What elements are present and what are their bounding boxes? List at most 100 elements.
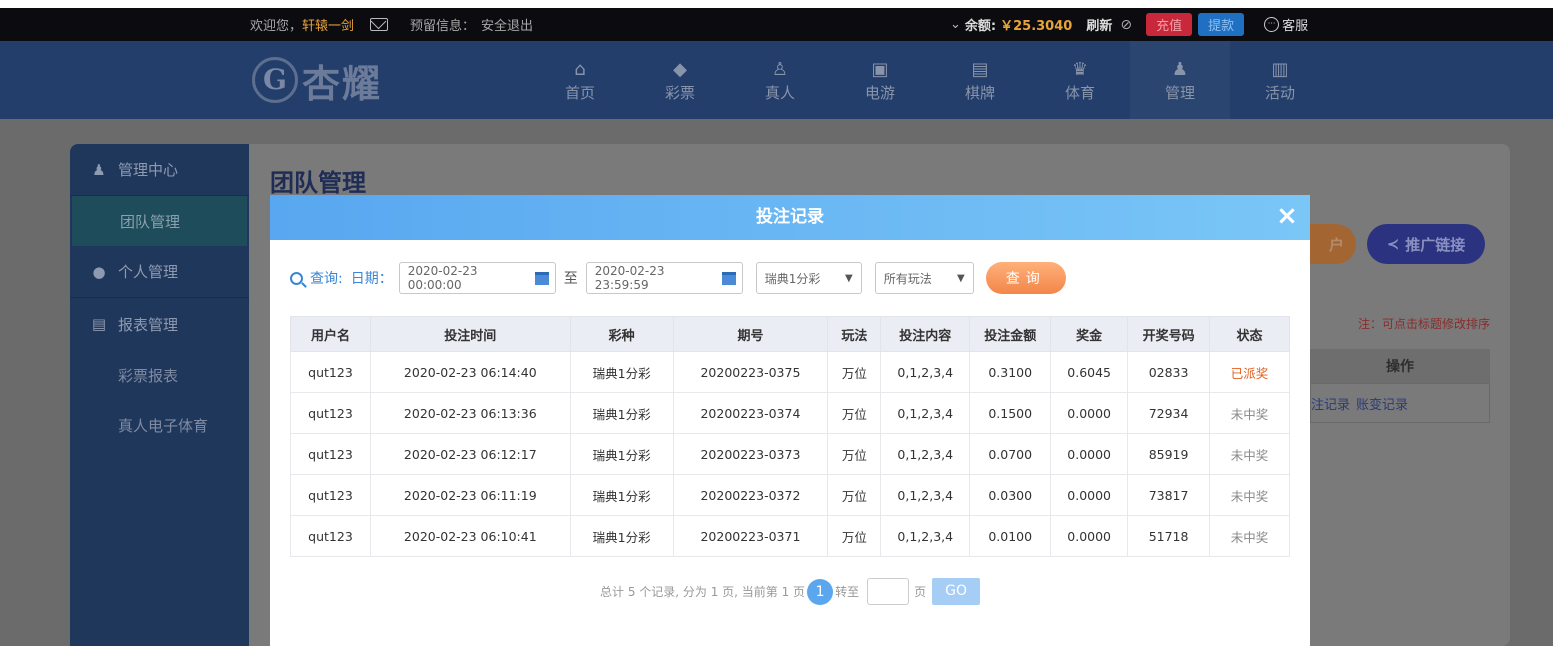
cell-play: 万位 xyxy=(827,474,882,516)
nav-home[interactable]: ⌂ 首页 xyxy=(530,41,630,119)
trophy-icon: ♛ xyxy=(1071,58,1089,80)
column-header[interactable]: 玩法 xyxy=(827,316,882,352)
query-button[interactable]: 查询 xyxy=(985,262,1066,294)
sidebar-section-reports[interactable]: ▤ 报表管理 xyxy=(70,298,249,350)
cell-lottery: 瑞典1分彩 xyxy=(569,515,674,557)
logo-text: 杏耀 xyxy=(302,61,383,106)
promo-link-button[interactable]: ≺ 推广链接 xyxy=(1367,224,1485,264)
column-header[interactable]: 用户名 xyxy=(290,316,371,352)
close-icon[interactable]: × xyxy=(1276,195,1298,240)
column-header[interactable]: 状态 xyxy=(1209,316,1290,352)
date-to-input[interactable]: 2020-02-23 23:59:59 xyxy=(585,262,743,294)
date-from-input[interactable]: 2020-02-23 00:00:00 xyxy=(398,262,556,294)
cell-content: 0,1,2,3,4 xyxy=(880,474,971,516)
calendar-icon[interactable] xyxy=(722,271,736,285)
cell-amount: 0.0300 xyxy=(969,474,1052,516)
sidebar-item-lottery-report[interactable]: 彩票报表 xyxy=(70,350,249,400)
refresh-button[interactable]: 刷新 xyxy=(1086,15,1112,34)
table-row: qut123 2020-02-23 06:13:36 瑞典1分彩 2020022… xyxy=(290,392,1290,434)
users-icon: ♟ xyxy=(92,160,106,179)
nav-lottery[interactable]: ◆ 彩票 xyxy=(630,41,730,119)
logout-link[interactable]: 安全退出 xyxy=(481,15,533,34)
go-button[interactable]: GO xyxy=(932,578,981,605)
bet-record-link[interactable]: 注记录 xyxy=(1311,394,1350,413)
nav-promotions[interactable]: ▥ 活动 xyxy=(1230,41,1330,119)
username[interactable]: 轩辕一剑 xyxy=(302,15,354,34)
balance-label: 余额: xyxy=(964,19,997,34)
mail-icon[interactable] xyxy=(370,18,389,31)
calendar-icon[interactable] xyxy=(535,271,549,285)
share-icon: ≺ xyxy=(1386,235,1400,253)
cell-amount: 0.0700 xyxy=(969,433,1052,475)
cell-username: qut123 xyxy=(290,433,371,475)
lottery-select[interactable]: 瑞典1分彩 ▼ xyxy=(755,262,862,294)
logo[interactable]: G 杏耀 xyxy=(252,49,382,111)
sidebar: ♟ 管理中心 团队管理 ● 个人管理 ▤ 报表管理 彩票报表 真人电子体育 xyxy=(70,144,249,646)
account-change-link[interactable]: 账变记录 xyxy=(1356,394,1408,413)
nav-slots[interactable]: ▣ 电游 xyxy=(830,41,930,119)
nav-label: 真人 xyxy=(764,83,795,102)
dropdown-arrow-icon: ▼ xyxy=(957,272,965,284)
cell-amount: 0.1500 xyxy=(969,392,1052,434)
cell-amount: 0.3100 xyxy=(969,351,1052,393)
nav-label: 棋牌 xyxy=(964,83,995,102)
pagination-summary: 总计 5 个记录, 分为 1 页, 当前第 1 页 xyxy=(600,585,806,599)
reserved-info-label: 预留信息： xyxy=(410,19,476,34)
column-header[interactable]: 奖金 xyxy=(1050,316,1129,352)
deposit-button[interactable]: 充值 xyxy=(1146,13,1193,36)
cell-status: 未中奖 xyxy=(1209,474,1290,516)
lottery-select-value: 瑞典1分彩 xyxy=(764,271,821,286)
goto-page-input[interactable] xyxy=(867,578,910,605)
nav-manage[interactable]: ♟ 管理 xyxy=(1130,41,1230,119)
sidebar-section-management[interactable]: ♟ 管理中心 xyxy=(70,144,249,196)
sidebar-item-live-report[interactable]: 真人电子体育 xyxy=(70,400,249,450)
chevron-down-icon[interactable]: ⌄ xyxy=(950,17,961,32)
nav-label: 管理 xyxy=(1164,83,1195,102)
column-header[interactable]: 彩种 xyxy=(569,316,674,352)
cell-prize: 0.6045 xyxy=(1050,351,1129,393)
cell-draw-number: 73817 xyxy=(1127,474,1211,516)
promo-link-label: 推广链接 xyxy=(1405,235,1466,254)
welcome-text: 欢迎您， xyxy=(250,19,303,34)
nav-label: 体育 xyxy=(1064,83,1095,102)
date-from-value: 2020-02-23 00:00:00 xyxy=(407,264,478,292)
table-row: qut123 2020-02-23 06:14:40 瑞典1分彩 2020022… xyxy=(290,351,1290,393)
cell-issue: 20200223-0371 xyxy=(672,515,829,557)
cell-bet-time: 2020-02-23 06:12:17 xyxy=(369,433,571,475)
column-header[interactable]: 投注时间 xyxy=(369,316,571,352)
cell-prize: 0.0000 xyxy=(1050,433,1129,475)
cell-bet-time: 2020-02-23 06:10:41 xyxy=(369,515,571,557)
column-header[interactable]: 投注金额 xyxy=(969,316,1052,352)
cell-draw-number: 51718 xyxy=(1127,515,1211,557)
customer-service-label: 客服 xyxy=(1282,19,1309,34)
cell-play: 万位 xyxy=(827,433,882,475)
play-select[interactable]: 所有玩法 ▼ xyxy=(874,262,974,294)
column-header[interactable]: 投注内容 xyxy=(880,316,971,352)
sidebar-section-personal[interactable]: ● 个人管理 xyxy=(70,246,249,298)
cell-username: qut123 xyxy=(290,351,371,393)
column-header[interactable]: 开奖号码 xyxy=(1127,316,1211,352)
sidebar-item-team[interactable]: 团队管理 xyxy=(72,196,247,246)
column-header[interactable]: 期号 xyxy=(672,316,829,352)
modal-header: 投注记录 × xyxy=(270,195,1310,240)
modal-title: 投注记录 xyxy=(756,207,824,227)
nav-label: 彩票 xyxy=(664,83,695,102)
nav-sports[interactable]: ♛ 体育 xyxy=(1030,41,1130,119)
query-label: 查询: xyxy=(310,271,343,287)
date-label: 日期： xyxy=(350,271,393,287)
table-header-row: 用户名 投注时间 彩种 期号 玩法 投注内容 投注金额 奖金 开奖号码 状态 xyxy=(290,316,1290,352)
nav-label: 电游 xyxy=(864,83,895,102)
page-number-current[interactable]: 1 xyxy=(807,578,834,605)
cell-amount: 0.0100 xyxy=(969,515,1052,557)
cell-prize: 0.0000 xyxy=(1050,474,1129,516)
cell-issue: 20200223-0372 xyxy=(672,474,829,516)
operation-header: 操作 xyxy=(1310,349,1490,383)
customer-service-button[interactable]: ··· 客服 xyxy=(1264,15,1308,34)
bet-record-modal: 投注记录 × 查询: 日期： 2020-02-23 00:00:00 至 202… xyxy=(270,195,1310,646)
withdraw-button[interactable]: 提款 xyxy=(1198,13,1245,36)
eye-hidden-icon[interactable]: ⊘ xyxy=(1120,17,1132,33)
cards-icon: ▤ xyxy=(971,58,989,80)
nav-cards[interactable]: ▤ 棋牌 xyxy=(930,41,1030,119)
cell-prize: 0.0000 xyxy=(1050,515,1129,557)
nav-live[interactable]: ♙ 真人 xyxy=(730,41,830,119)
